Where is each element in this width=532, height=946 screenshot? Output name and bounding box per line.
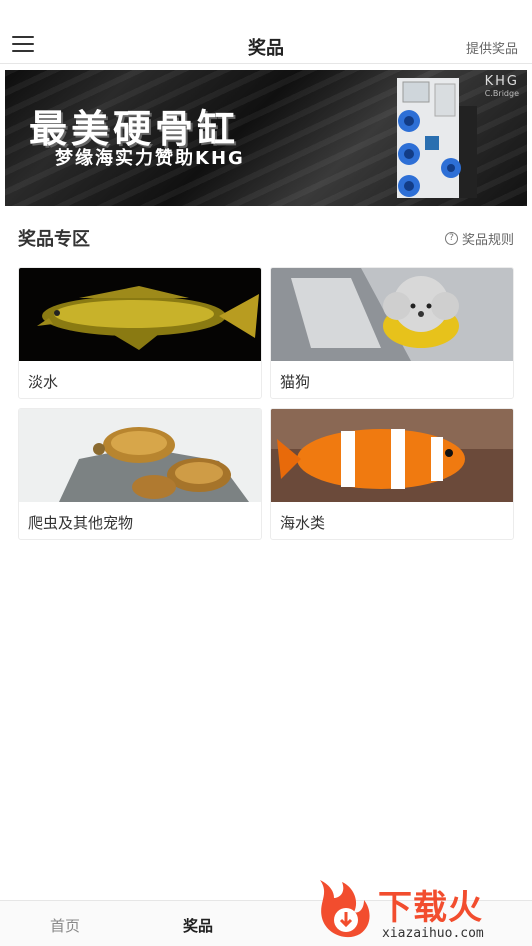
khg-logo: KHG bbox=[484, 74, 519, 89]
clownfish-image bbox=[271, 409, 513, 502]
category-label: 爬虫及其他宠物 bbox=[28, 514, 134, 532]
prize-rules-label: 奖品规则 bbox=[461, 233, 514, 248]
category-card-reptiles[interactable]: 爬虫及其他宠物 bbox=[18, 408, 262, 540]
top-bar: 奖品 提供奖品 bbox=[0, 0, 532, 64]
category-card-freshwater[interactable]: 淡水 bbox=[18, 267, 262, 399]
banner-subtitle: 梦缘海实力赞助KHG bbox=[55, 148, 245, 169]
category-label: 淡水 bbox=[28, 373, 59, 391]
category-label: 猫狗 bbox=[280, 373, 311, 391]
filter-machine-image bbox=[397, 78, 477, 198]
page-title: 奖品 bbox=[248, 38, 284, 59]
tortoises-image bbox=[19, 409, 261, 502]
flame-logo-icon bbox=[320, 880, 370, 938]
prize-page: 奖品 提供奖品 最美硬骨缸 梦缘海实力赞助KHG KHG C.Bridge 奖品… bbox=[0, 0, 532, 946]
provide-prize-link[interactable]: 提供奖品 bbox=[466, 38, 518, 57]
arowana-image bbox=[19, 268, 261, 361]
khg-logo-sub: C.Bridge bbox=[484, 89, 519, 98]
prize-rules-link[interactable]: ? 奖品规则 bbox=[444, 229, 514, 248]
watermark-text: 下载火 bbox=[378, 888, 483, 928]
section-title: 奖品专区 bbox=[18, 229, 90, 250]
promo-banner[interactable]: 最美硬骨缸 梦缘海实力赞助KHG KHG C.Bridge bbox=[5, 70, 527, 206]
poodle-image bbox=[271, 268, 513, 361]
category-card-cats-dogs[interactable]: 猫狗 bbox=[270, 267, 514, 399]
nav-prize[interactable]: 奖品 bbox=[183, 915, 213, 936]
watermark: 下载火 xiazaihuo.com bbox=[312, 876, 528, 944]
category-card-marine[interactable]: 海水类 bbox=[270, 408, 514, 540]
watermark-url: xiazaihuo.com bbox=[382, 926, 484, 941]
nav-home[interactable]: 首页 bbox=[50, 915, 80, 936]
question-circle-icon: ? bbox=[444, 232, 458, 245]
category-label: 海水类 bbox=[280, 514, 326, 532]
